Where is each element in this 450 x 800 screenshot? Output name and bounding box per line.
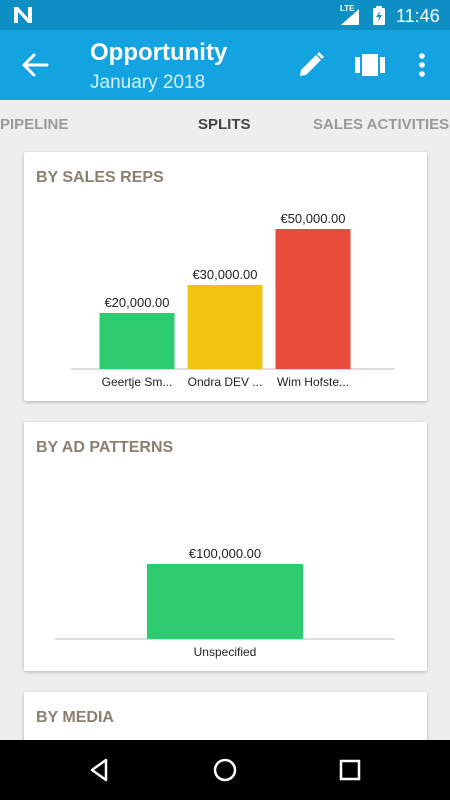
- card-view-icon[interactable]: [355, 52, 385, 78]
- home-circle-icon[interactable]: [211, 756, 239, 784]
- notification-n-icon: [14, 7, 32, 23]
- bar-value-label: €50,000.00: [280, 211, 345, 226]
- back-arrow-icon[interactable]: [20, 52, 50, 78]
- card-title: BY MEDIA: [36, 709, 114, 726]
- edit-pencil-icon[interactable]: [296, 50, 326, 80]
- ad-patterns-chart: €100,000.00 Unspecified: [55, 546, 395, 659]
- category-label: Unspecified: [194, 645, 257, 659]
- signal-icon: [341, 9, 359, 25]
- tab-splits[interactable]: SPLITS: [198, 116, 251, 133]
- tab-strip: PIPELINE SPLITS SALES ACTIVITIES: [0, 100, 450, 150]
- bar: [187, 285, 263, 369]
- status-bar: LTE 11:46: [0, 0, 450, 30]
- app-bar: Opportunity January 2018: [0, 30, 450, 100]
- category-label: Geertje Sm...: [102, 375, 173, 389]
- back-triangle-icon[interactable]: [86, 756, 114, 784]
- page-subtitle: January 2018: [90, 72, 206, 93]
- battery-charging-icon: [373, 6, 385, 25]
- category-label: Wim Hofste...: [277, 375, 349, 389]
- clock: 11:46: [396, 6, 440, 26]
- category-label: Ondra DEV ...: [188, 375, 263, 389]
- bar: [99, 313, 175, 369]
- tab-pipeline[interactable]: PIPELINE: [0, 116, 68, 133]
- bar-value-label: €30,000.00: [192, 267, 257, 282]
- bar-value-label: €100,000.00: [189, 546, 261, 561]
- tab-sales-activities[interactable]: SALES ACTIVITIES: [313, 116, 449, 133]
- sales-reps-card: BY SALES REPS €20,000.00 Geertje Sm... €30…: [24, 152, 427, 401]
- ad-patterns-card: BY AD PATTERNS €100,000.00 Unspecified: [24, 422, 427, 671]
- recents-square-icon[interactable]: [336, 756, 364, 784]
- navigation-bar: [0, 740, 450, 800]
- page-title: Opportunity: [90, 39, 228, 66]
- more-vert-icon[interactable]: [412, 50, 432, 80]
- bar: [275, 229, 351, 369]
- sales-reps-chart: €20,000.00 Geertje Sm... €30,000.00 Ondra D…: [71, 211, 395, 389]
- bar-value-label: €20,000.00: [104, 295, 169, 310]
- bar: [147, 564, 303, 639]
